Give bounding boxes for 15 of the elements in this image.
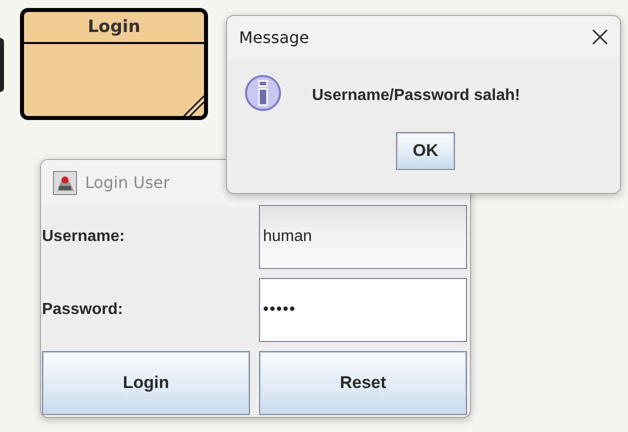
input-field[interactable]: human xyxy=(259,205,467,269)
reset-button[interactable]: Reset xyxy=(259,351,467,415)
window-title: Login User xyxy=(85,173,171,192)
login-button[interactable]: Login xyxy=(42,351,250,415)
class-node[interactable]: Login xyxy=(20,8,208,120)
app-icon xyxy=(53,170,77,194)
field-label: Username: xyxy=(42,228,125,246)
node-title: Login xyxy=(88,17,140,37)
close-icon[interactable] xyxy=(592,29,608,45)
info-icon xyxy=(244,74,284,114)
field-label: Password: xyxy=(42,301,123,319)
password-field[interactable]: ••••• xyxy=(259,278,467,342)
dialog-title: Message xyxy=(239,28,310,46)
message-text: Username/Password salah! xyxy=(312,87,520,105)
ok-button[interactable]: OK xyxy=(396,132,455,170)
